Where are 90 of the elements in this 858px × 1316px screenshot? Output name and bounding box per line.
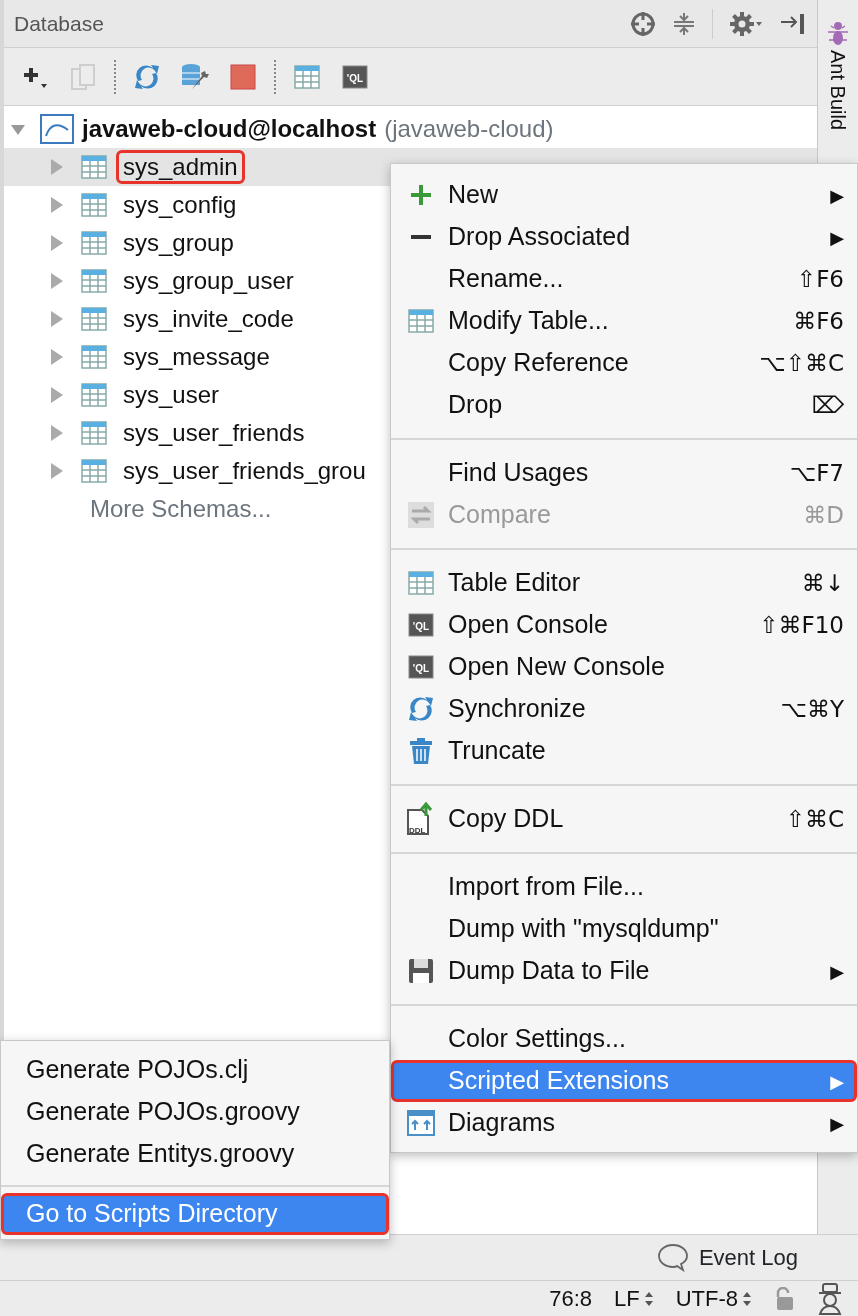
schema-name: (javaweb-cloud) [384,114,554,144]
cursor-position[interactable]: 76:8 [549,1282,592,1315]
connection-name[interactable]: javaweb-cloud@localhost [82,111,377,147]
table-icon [80,229,108,257]
menu-item[interactable]: Go to Scripts Directory [1,1193,389,1235]
database-wrench-icon [180,61,210,92]
menu-item[interactable]: Synchronize ⌥⌘Y [391,688,857,730]
submenu-arrow: ▶ [830,225,844,250]
table-icon [80,267,108,295]
menu-item[interactable]: Color Settings... [391,1018,857,1060]
chat-bubble-icon [656,1242,689,1273]
unlocked-padlock-icon [774,1286,794,1311]
panel-title: Database [14,10,104,37]
menu-item[interactable]: Generate POJOs.groovy [1,1091,389,1133]
table-name[interactable]: sys_user_friends [116,415,312,451]
diagram-icon [407,1110,435,1136]
crosshair-icon [630,10,656,37]
collapse-icon [672,10,696,37]
menu-item[interactable]: 'QL Open Console ⇧⌘F10 [391,604,857,646]
menu-item[interactable]: Drop Associated ▶ [391,216,857,258]
up-down-arrows-icon [643,1290,654,1307]
menu-item[interactable]: Find Usages ⌥F7 [391,452,857,494]
table-name[interactable]: sys_user_friends_grou [116,453,373,489]
menu-item[interactable]: Generate Entitys.groovy [1,1133,389,1175]
sync-icon [407,695,435,723]
plus-icon [409,183,433,207]
table-name[interactable]: sys_config [116,187,244,223]
submenu-arrow: ▶ [830,1111,844,1136]
menu-item[interactable]: Scripted Extensions ▶ [391,1060,857,1102]
inspector-figure-icon [816,1282,844,1315]
menu-item[interactable]: Diagrams ▶ [391,1102,857,1144]
collapsed-caret-icon[interactable] [50,386,64,404]
submenu-arrow: ▶ [830,959,844,984]
copy-icon [70,62,96,91]
minus-icon [411,235,431,239]
collapsed-caret-icon[interactable] [50,348,64,366]
menu-item[interactable]: Dump with "mysqldump" [391,908,857,950]
menu-item[interactable]: Drop ⌦ [391,384,857,426]
console-icon: 'QL [408,613,434,637]
collapsed-caret-icon[interactable] [50,424,64,442]
expanded-caret-icon[interactable] [10,123,26,136]
console-icon: 'QL [408,655,434,679]
menu-item[interactable]: Import from File... [391,866,857,908]
table-icon [80,343,108,371]
menu-item[interactable]: DDL Copy DDL ⇧⌘C [391,798,857,840]
trash-icon [408,737,434,765]
menu-item[interactable]: Truncate [391,730,857,772]
table-icon [407,307,435,335]
submenu-arrow: ▶ [830,183,844,208]
more-schemas-link[interactable]: More Schemas... [90,491,272,527]
table-name[interactable]: sys_message [116,339,277,375]
table-icon [293,62,321,91]
table-name[interactable]: sys_user [116,377,227,413]
collapsed-caret-icon[interactable] [50,158,64,176]
table-icon [407,569,435,597]
side-tab[interactable]: Ant Build [823,20,853,131]
menu-item[interactable]: Rename... ⇧F6 [391,258,857,300]
collapsed-caret-icon[interactable] [50,310,64,328]
menu-item[interactable]: 'QL Open New Console [391,646,857,688]
menu-item[interactable]: New ▶ [391,174,857,216]
encoding-selector[interactable]: UTF-8 [675,1282,752,1315]
stop-icon [230,63,256,90]
table-icon [80,419,108,447]
menu-item[interactable]: Generate POJOs.clj [1,1049,389,1091]
table-name[interactable]: sys_group [116,225,241,261]
compare-icon [407,501,435,529]
collapsed-caret-icon[interactable] [50,196,64,214]
up-down-arrows-icon [742,1290,752,1307]
ant-icon [826,20,850,46]
table-icon [80,305,108,333]
table-icon [80,381,108,409]
line-separator-selector[interactable]: LF [614,1282,654,1315]
menu-item[interactable]: Dump Data to File ▶ [391,950,857,992]
settings-icon [729,10,763,37]
menu-item[interactable]: Table Editor ⌘↓ [391,562,857,604]
table-icon [80,191,108,219]
sync-icon [133,62,161,91]
collapsed-caret-icon[interactable] [50,272,64,290]
table-icon [80,457,108,485]
menu-item[interactable]: Modify Table... ⌘F6 [391,300,857,342]
table-icon [80,153,108,181]
collapsed-caret-icon[interactable] [50,234,64,252]
event-log-label[interactable]: Event Log [698,1241,798,1274]
table-name[interactable]: sys_invite_code [116,301,301,337]
hide-panel-icon [779,11,807,36]
table-name[interactable]: sys_admin [116,149,245,185]
table-name[interactable]: sys_group_user [116,263,301,299]
menu-item[interactable]: Copy Reference ⌥⇧⌘C [391,342,857,384]
submenu-arrow: ▶ [830,1069,844,1094]
collapsed-caret-icon[interactable] [50,462,64,480]
